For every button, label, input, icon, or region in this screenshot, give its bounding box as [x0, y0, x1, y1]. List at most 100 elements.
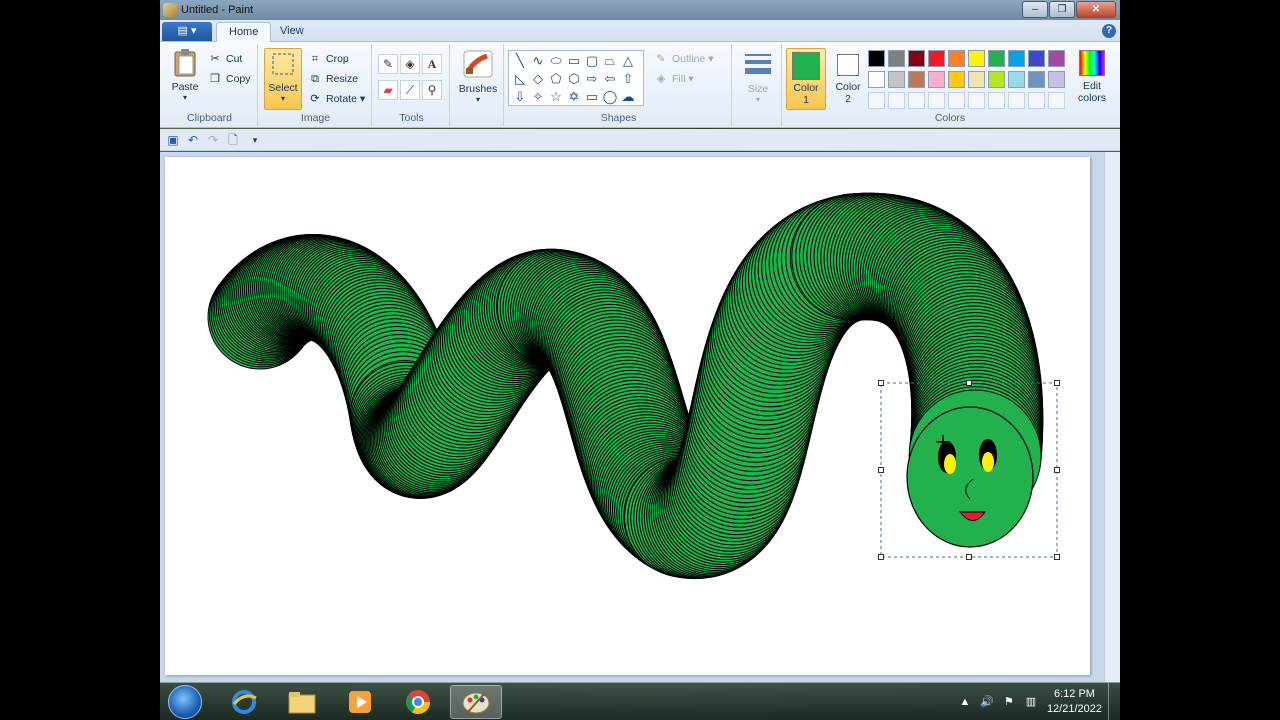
- palette-swatch[interactable]: [928, 71, 945, 88]
- palette-swatch[interactable]: [1048, 50, 1065, 67]
- cloud-callout-shape-icon[interactable]: ☁: [619, 89, 637, 105]
- palette-swatch[interactable]: [968, 50, 985, 67]
- help-icon[interactable]: ?: [1102, 24, 1116, 38]
- redo-icon[interactable]: ↷: [206, 133, 220, 147]
- crop-button[interactable]: ⌗ Crop: [308, 50, 349, 68]
- eraser-icon[interactable]: ▰: [378, 80, 398, 100]
- show-desktop-button[interactable]: [1108, 683, 1120, 720]
- maximize-button[interactable]: ❐: [1049, 1, 1075, 18]
- save-icon[interactable]: ▣: [166, 133, 180, 147]
- palette-swatch[interactable]: [948, 92, 965, 109]
- palette-swatch[interactable]: [1008, 50, 1025, 67]
- fill-bucket-icon[interactable]: ◈: [400, 54, 420, 74]
- polygon-shape-icon[interactable]: ⏢: [601, 53, 619, 69]
- six-point-star-shape-icon[interactable]: ✡: [565, 89, 583, 105]
- up-arrow-shape-icon[interactable]: ⇧: [619, 71, 637, 87]
- diamond-shape-icon[interactable]: ◇: [529, 71, 547, 87]
- colors-group: Color 1 Color 2 Edit colors Colors: [784, 44, 1116, 126]
- new-icon[interactable]: 🗋: [226, 133, 240, 147]
- palette-swatch[interactable]: [1028, 71, 1045, 88]
- chrome-icon[interactable]: [392, 685, 444, 719]
- palette-swatch[interactable]: [968, 92, 985, 109]
- palette-swatch[interactable]: [868, 50, 885, 67]
- palette-swatch[interactable]: [1048, 92, 1065, 109]
- right-triangle-shape-icon[interactable]: ◺: [511, 71, 529, 87]
- copy-button[interactable]: ❐ Copy: [208, 70, 250, 88]
- resize-button[interactable]: ⧉ Resize: [308, 70, 358, 88]
- palette-swatch[interactable]: [1008, 71, 1025, 88]
- minimize-button[interactable]: –: [1022, 1, 1048, 18]
- palette-swatch[interactable]: [948, 50, 965, 67]
- paint-taskbar-icon[interactable]: [450, 685, 502, 719]
- palette-swatch[interactable]: [988, 50, 1005, 67]
- edit-colors-button[interactable]: Edit colors: [1072, 48, 1112, 104]
- palette-swatch[interactable]: [928, 50, 945, 67]
- palette-swatch[interactable]: [868, 92, 885, 109]
- customize-qat-icon[interactable]: ▾: [248, 133, 262, 147]
- palette-swatch[interactable]: [1028, 50, 1045, 67]
- five-point-star-shape-icon[interactable]: ☆: [547, 89, 565, 105]
- media-player-icon[interactable]: [334, 685, 386, 719]
- outline-button[interactable]: ✎ Outline ▾: [654, 50, 713, 68]
- palette-swatch[interactable]: [868, 71, 885, 88]
- close-button[interactable]: ✕: [1076, 1, 1116, 18]
- color1-swatch: [792, 52, 820, 80]
- text-tool-icon[interactable]: A: [422, 54, 442, 74]
- callout-oval-shape-icon[interactable]: ◯: [601, 89, 619, 105]
- palette-swatch[interactable]: [908, 50, 925, 67]
- palette-swatch[interactable]: [968, 71, 985, 88]
- rounded-rect-shape-icon[interactable]: ▢: [583, 53, 601, 69]
- show-hidden-icons-icon[interactable]: ▲: [957, 694, 973, 710]
- magnifier-icon[interactable]: ⚲: [422, 80, 442, 100]
- clock[interactable]: 6:12 PM 12/21/2022: [1047, 687, 1102, 717]
- palette-swatch[interactable]: [1008, 92, 1025, 109]
- brushes-button[interactable]: Brushes ▾: [456, 48, 500, 104]
- curve-shape-icon[interactable]: ∿: [529, 53, 547, 69]
- color-picker-icon[interactable]: ⟋: [400, 80, 420, 100]
- select-button[interactable]: Select ▾: [264, 48, 302, 110]
- tab-home[interactable]: Home: [216, 22, 272, 43]
- internet-explorer-icon[interactable]: [218, 685, 270, 719]
- triangle-shape-icon[interactable]: △: [619, 53, 637, 69]
- pentagon-shape-icon[interactable]: ⬠: [547, 71, 565, 87]
- line-shape-icon[interactable]: ╲: [511, 53, 529, 69]
- file-explorer-icon[interactable]: [276, 685, 328, 719]
- paste-button[interactable]: Paste ▾: [168, 48, 202, 102]
- palette-swatch[interactable]: [888, 71, 905, 88]
- undo-icon[interactable]: ↶: [186, 133, 200, 147]
- down-arrow-shape-icon[interactable]: ⇩: [511, 89, 529, 105]
- palette-swatch[interactable]: [988, 92, 1005, 109]
- right-arrow-shape-icon[interactable]: ⇨: [583, 71, 601, 87]
- network-icon[interactable]: ▥: [1023, 694, 1039, 710]
- four-point-star-shape-icon[interactable]: ✧: [529, 89, 547, 105]
- tab-view[interactable]: View: [268, 22, 316, 43]
- cut-button[interactable]: ✂ Cut: [208, 50, 242, 68]
- palette-swatch[interactable]: [908, 92, 925, 109]
- palette-swatch[interactable]: [948, 71, 965, 88]
- palette-swatch[interactable]: [1028, 92, 1045, 109]
- brush-icon: [463, 50, 493, 78]
- color2-button[interactable]: Color 2: [828, 48, 868, 105]
- palette-swatch[interactable]: [1048, 71, 1065, 88]
- size-button[interactable]: Size ▾: [738, 48, 778, 104]
- palette-swatch[interactable]: [888, 50, 905, 67]
- left-arrow-shape-icon[interactable]: ⇦: [601, 71, 619, 87]
- palette-swatch[interactable]: [928, 92, 945, 109]
- start-button[interactable]: [168, 685, 202, 719]
- vertical-scrollbar[interactable]: [1104, 152, 1120, 682]
- pencil-icon[interactable]: ✎: [378, 54, 398, 74]
- action-center-icon[interactable]: ⚑: [1001, 694, 1017, 710]
- rotate-button[interactable]: ⟳ Rotate ▾: [308, 90, 365, 108]
- palette-swatch[interactable]: [988, 71, 1005, 88]
- volume-icon[interactable]: 🔊: [979, 694, 995, 710]
- color1-button[interactable]: Color 1: [786, 48, 826, 110]
- palette-swatch[interactable]: [888, 92, 905, 109]
- hexagon-shape-icon[interactable]: ⬡: [565, 71, 583, 87]
- rectangle-shape-icon[interactable]: ▭: [565, 53, 583, 69]
- fill-button[interactable]: ◈ Fill ▾: [654, 70, 694, 88]
- drawing-canvas[interactable]: [165, 157, 1090, 675]
- palette-swatch[interactable]: [908, 71, 925, 88]
- oval-shape-icon[interactable]: ⬭: [547, 53, 565, 69]
- paint-menu-button[interactable]: ▤ ▾: [162, 22, 212, 41]
- callout-rect-shape-icon[interactable]: ▭: [583, 89, 601, 105]
